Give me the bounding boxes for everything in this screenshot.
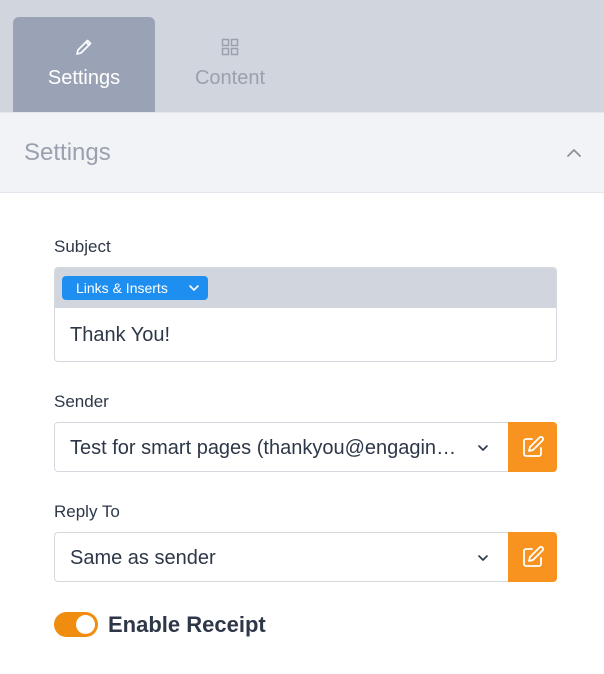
subject-label: Subject xyxy=(54,237,111,256)
enable-receipt-label: Enable Receipt xyxy=(108,612,266,637)
reply-to-value: Same as sender xyxy=(70,547,216,569)
edit-icon xyxy=(523,546,544,567)
chevron-down-icon xyxy=(478,445,488,451)
sender-label: Sender xyxy=(54,392,109,411)
reply-to-label: Reply To xyxy=(54,502,120,521)
edit-icon xyxy=(523,436,544,457)
pencil-icon xyxy=(76,39,92,55)
sender-select[interactable]: Test for smart pages (thankyou@engagingn… xyxy=(54,422,509,472)
subject-editor: Links & Inserts Thank You! xyxy=(54,267,557,362)
chevron-up-icon[interactable] xyxy=(564,143,584,163)
tab-content-label: Content xyxy=(194,67,266,89)
reply-to-select[interactable]: Same as sender xyxy=(54,532,509,582)
subject-input[interactable]: Thank You! xyxy=(70,323,170,347)
links-inserts-button[interactable]: Links & Inserts xyxy=(62,276,208,300)
subject-toolbar: Links & Inserts xyxy=(55,268,556,308)
tab-settings-label: Settings xyxy=(47,67,121,89)
enable-receipt-toggle[interactable] xyxy=(54,612,98,637)
settings-section-header[interactable]: Settings xyxy=(0,112,604,193)
chevron-down-icon xyxy=(189,285,199,291)
reply-to-edit-button[interactable] xyxy=(508,532,557,582)
chevron-down-icon xyxy=(478,555,488,561)
tab-settings[interactable]: Settings xyxy=(13,17,155,112)
grid-icon xyxy=(221,38,239,56)
toggle-knob xyxy=(76,615,95,634)
links-inserts-label: Links & Inserts xyxy=(76,280,168,296)
section-title: Settings xyxy=(24,139,111,166)
sender-value: Test for smart pages (thankyou@engagingn… xyxy=(70,437,465,459)
tab-content[interactable]: Content xyxy=(159,17,301,112)
sender-edit-button[interactable] xyxy=(508,422,557,472)
tab-bar: Settings Content xyxy=(0,0,604,112)
